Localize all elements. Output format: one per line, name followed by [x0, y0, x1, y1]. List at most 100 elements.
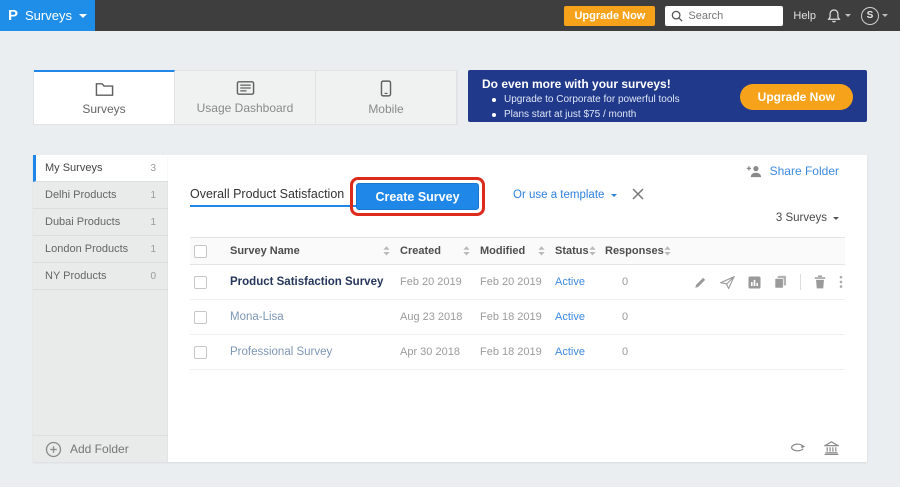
select-all-checkbox[interactable]: [194, 245, 207, 258]
tab-surveys[interactable]: Surveys: [34, 70, 175, 124]
annotation-highlight: Create Survey: [350, 177, 485, 216]
table-header-row: Survey Name Created Modified: [190, 237, 845, 265]
modified-date: Feb 18 2019: [480, 346, 555, 358]
topbar: P Surveys Upgrade Now Help S: [0, 0, 900, 31]
upgrade-banner: Do even more with your surveys! Upgrade …: [468, 70, 867, 122]
chevron-down-icon: [845, 14, 851, 17]
search-box[interactable]: [665, 6, 783, 26]
use-template-dropdown[interactable]: Or use a template: [513, 189, 617, 201]
sort-icon[interactable]: [589, 246, 596, 256]
sort-icon[interactable]: [383, 246, 390, 256]
avatar: S: [861, 7, 879, 25]
notifications-button[interactable]: [826, 8, 851, 24]
folder-item-dubai-products[interactable]: Dubai Products 1: [33, 209, 168, 236]
status-link[interactable]: Active: [555, 276, 605, 288]
folder-item-ny-products[interactable]: NY Products 0: [33, 263, 168, 290]
folder-count: 3: [150, 163, 156, 174]
status-link[interactable]: Active: [555, 346, 605, 358]
column-header[interactable]: Responses: [605, 245, 675, 257]
survey-name-link[interactable]: Professional Survey: [230, 346, 400, 358]
folder-item-my-surveys[interactable]: My Surveys 3: [33, 155, 168, 182]
folder-icon: [95, 81, 114, 97]
folder-sidebar: My Surveys 3 Delhi Products 1 Dubai Prod…: [33, 155, 168, 462]
folder-count: 0: [150, 271, 156, 282]
header-checkbox-cell: [190, 245, 230, 258]
created-date: Apr 30 2018: [400, 346, 480, 358]
sort-icon[interactable]: [463, 246, 470, 256]
create-survey-button[interactable]: Create Survey: [356, 183, 479, 210]
banner-upgrade-button[interactable]: Upgrade Now: [740, 84, 853, 110]
search-input[interactable]: [688, 10, 777, 22]
column-header[interactable]: Created: [400, 245, 480, 257]
app-screen: P Surveys Upgrade Now Help S: [0, 0, 900, 487]
surveys-panel: Create Survey Or use a template Share Fo…: [168, 155, 867, 462]
row-checkbox[interactable]: [194, 311, 207, 324]
add-circle-icon: [45, 441, 62, 458]
bell-icon: [826, 8, 842, 24]
archive-icon[interactable]: [824, 441, 839, 455]
close-creator-button[interactable]: [631, 187, 645, 201]
copy-icon[interactable]: [774, 275, 787, 289]
help-link[interactable]: Help: [793, 10, 816, 22]
responses-count: 0: [605, 311, 645, 323]
folder-name: NY Products: [45, 270, 107, 282]
tab-usage-dashboard[interactable]: Usage Dashboard: [175, 71, 316, 124]
mobile-icon: [380, 80, 392, 97]
survey-name-link[interactable]: Mona-Lisa: [230, 311, 400, 323]
responses-count: 0: [605, 346, 645, 358]
modified-date: Feb 20 2019: [480, 276, 555, 288]
status-link[interactable]: Active: [555, 311, 605, 323]
app-name: Surveys: [25, 8, 72, 23]
search-icon: [671, 10, 683, 22]
folder-name: My Surveys: [45, 162, 102, 174]
sort-icon[interactable]: [664, 246, 671, 256]
responses-count: 0: [605, 276, 645, 288]
add-folder-label: Add Folder: [70, 442, 129, 456]
survey-row-mona-lisa: Mona-Lisa Aug 23 2018 Feb 18 2019 Active…: [190, 300, 845, 335]
dashboard-icon: [236, 80, 255, 96]
folder-count: 1: [150, 244, 156, 255]
app-switcher[interactable]: P Surveys: [0, 0, 95, 31]
edit-icon[interactable]: [694, 276, 707, 289]
chevron-down-icon: [833, 217, 839, 220]
created-date: Aug 23 2018: [400, 311, 480, 323]
row-checkbox[interactable]: [194, 346, 207, 359]
topbar-right: Upgrade Now Help S: [564, 0, 900, 31]
chevron-down-icon: [611, 194, 617, 197]
folder-item-delhi-products[interactable]: Delhi Products 1: [33, 182, 168, 209]
tab-mobile[interactable]: Mobile: [316, 71, 457, 124]
share-person-icon: [746, 164, 763, 178]
chevron-down-icon: [79, 14, 87, 18]
restore-icon[interactable]: [790, 442, 806, 454]
folder-name: Delhi Products: [45, 189, 117, 201]
more-icon[interactable]: [839, 275, 843, 289]
add-folder-button[interactable]: Add Folder: [33, 435, 168, 462]
survey-name-link[interactable]: Product Satisfaction Survey: [230, 276, 400, 288]
row-checkbox[interactable]: [194, 276, 207, 289]
send-icon[interactable]: [720, 276, 735, 289]
survey-name-input[interactable]: [190, 183, 368, 207]
surveys-count-label: 3 Surveys: [776, 212, 827, 224]
trash-icon[interactable]: [814, 275, 826, 289]
surveys-table: Survey Name Created Modified: [190, 237, 845, 370]
column-header[interactable]: Survey Name: [230, 245, 400, 257]
reports-icon[interactable]: [748, 276, 761, 289]
survey-row-professional-survey: Professional Survey Apr 30 2018 Feb 18 2…: [190, 335, 845, 370]
folder-item-london-products[interactable]: London Products 1: [33, 236, 168, 263]
folder-count: 1: [150, 217, 156, 228]
survey-row-product-satisfaction-survey: Product Satisfaction Survey Feb 20 2019 …: [190, 265, 845, 300]
sort-icon[interactable]: [538, 246, 545, 256]
chevron-down-icon: [882, 14, 888, 17]
upgrade-now-button[interactable]: Upgrade Now: [564, 6, 655, 26]
column-header[interactable]: Modified: [480, 245, 555, 257]
column-header[interactable]: Status: [555, 245, 605, 257]
panel-footer-icons: [790, 441, 839, 455]
folder-name: Dubai Products: [45, 216, 120, 228]
surveys-count-dropdown[interactable]: 3 Surveys: [776, 212, 839, 224]
tab-strip: Surveys Usage Dashboard Mobile: [33, 70, 458, 125]
share-folder-label: Share Folder: [770, 164, 839, 178]
created-date: Feb 20 2019: [400, 276, 480, 288]
account-menu[interactable]: S: [861, 7, 888, 25]
share-folder-button[interactable]: Share Folder: [746, 164, 839, 178]
proprofs-logo-icon: P: [8, 8, 18, 23]
